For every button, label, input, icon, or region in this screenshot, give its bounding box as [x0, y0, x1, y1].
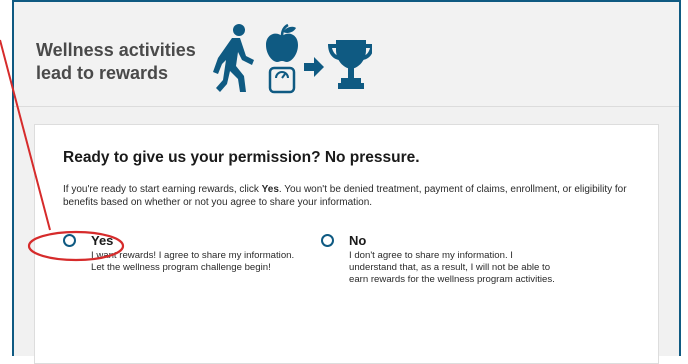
header: Wellness activities lead to rewards	[14, 2, 679, 106]
permission-card: Ready to give us your permission? No pre…	[34, 124, 659, 364]
header-divider	[14, 106, 679, 107]
scale-icon	[268, 66, 296, 94]
intro-text-bold: Yes	[261, 184, 279, 195]
yes-description: I want rewards! I agree to share my info…	[91, 250, 295, 274]
trophy-icon	[328, 40, 372, 89]
arrow-right-icon	[304, 57, 324, 77]
apple-icon	[266, 23, 298, 62]
wellness-panel: Wellness activities lead to rewards Read…	[12, 0, 681, 364]
permission-intro: If you're ready to start earning rewards…	[63, 183, 638, 209]
intro-text-start: If you're ready to start earning rewards…	[63, 184, 262, 195]
yes-label[interactable]: Yes	[91, 233, 113, 248]
walking-person-icon	[213, 24, 254, 92]
no-label[interactable]: No	[349, 233, 366, 248]
permission-title: Ready to give us your permission? No pre…	[63, 149, 420, 166]
wellness-icons	[213, 23, 372, 94]
no-radio[interactable]	[321, 234, 334, 247]
no-description: I don't agree to share my information. I…	[349, 250, 555, 286]
header-title: Wellness activities lead to rewards	[36, 40, 196, 83]
yes-radio[interactable]	[63, 234, 76, 247]
